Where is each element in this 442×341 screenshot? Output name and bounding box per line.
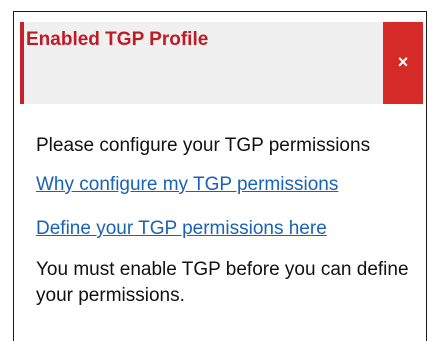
close-button[interactable]: × — [383, 22, 423, 104]
intro-text: Please configure your TGP permissions — [36, 135, 371, 156]
close-icon[interactable]: × — [383, 52, 423, 72]
enable-note: You must enable TGP before you can defin… — [36, 259, 409, 306]
alert-title: Enabled TGP Profile — [26, 29, 209, 50]
define-permissions-link[interactable]: Define your TGP permissions here — [36, 217, 416, 240]
why-configure-link[interactable]: Why configure my TGP permissions — [36, 173, 416, 196]
